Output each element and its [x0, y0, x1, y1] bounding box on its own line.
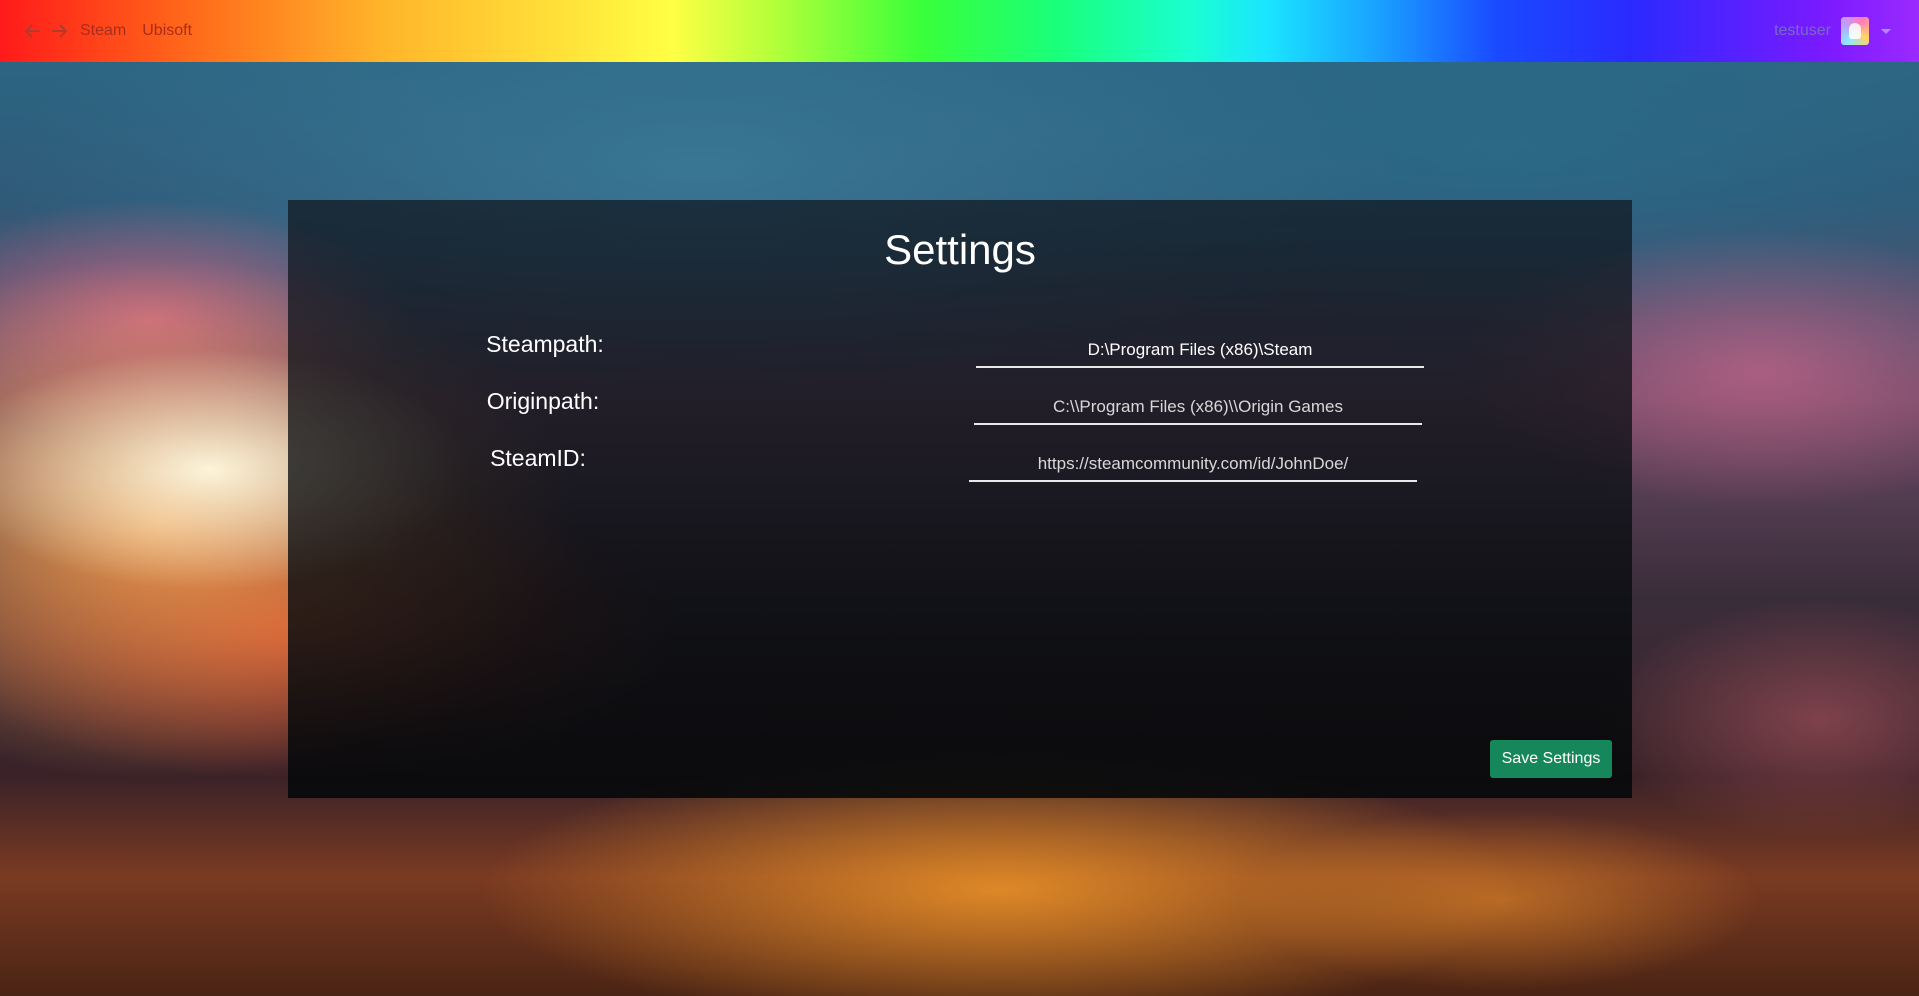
settings-panel: Settings Steampath: Originpath: SteamID:… — [288, 200, 1632, 798]
page-title: Settings — [884, 226, 1036, 273]
nav-link-steam[interactable]: Steam — [80, 22, 126, 40]
top-navbar: Steam Ubisoft testuser — [0, 0, 1919, 62]
steamid-input[interactable] — [969, 448, 1417, 482]
chevron-down-icon[interactable] — [1881, 28, 1891, 34]
username[interactable]: testuser — [1774, 22, 1831, 40]
steampath-label: Steampath: — [486, 331, 604, 357]
steamid-label: SteamID: — [490, 445, 586, 471]
nav-link-ubisoft[interactable]: Ubisoft — [142, 22, 192, 40]
steampath-input[interactable] — [976, 334, 1424, 368]
save-settings-button[interactable]: Save Settings — [1490, 740, 1612, 778]
avatar[interactable] — [1841, 17, 1869, 45]
originpath-input[interactable] — [974, 391, 1422, 425]
arrow-left-icon[interactable] — [22, 20, 44, 42]
arrow-right-icon[interactable] — [48, 20, 70, 42]
user-menu[interactable]: testuser — [1774, 0, 1891, 62]
nav-left: Steam Ubisoft — [22, 20, 192, 42]
originpath-label: Originpath: — [486, 388, 600, 414]
